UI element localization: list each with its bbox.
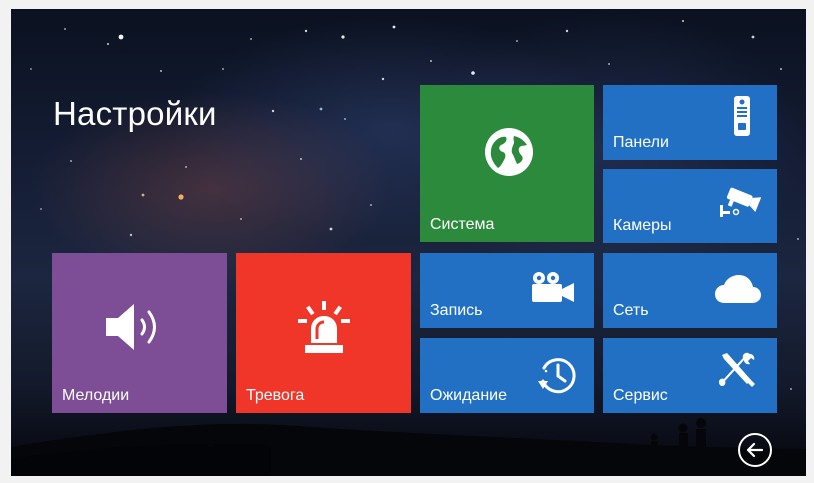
tile-melodies-label: Мелодии (62, 387, 130, 404)
video-camera-icon (532, 272, 574, 302)
doorbell-panel-icon (734, 96, 750, 136)
tile-system-label: Система (430, 216, 495, 233)
cctv-camera-icon (720, 187, 761, 217)
tools-icon (719, 352, 755, 387)
screen-frame-left (0, 0, 11, 483)
clock-history-icon (538, 358, 576, 394)
tile-panels[interactable]: Панели (603, 85, 777, 160)
screen-frame-bottom (0, 476, 814, 483)
tile-system[interactable]: Система (420, 85, 594, 242)
starry-background: Настройки Система Панели Камеры Запись С… (11, 9, 806, 476)
back-button[interactable] (738, 433, 772, 467)
tile-network-label: Сеть (613, 302, 649, 319)
tile-melodies[interactable]: Мелодии (52, 253, 227, 413)
tile-service-label: Сервис (613, 387, 668, 404)
tile-record-label: Запись (430, 302, 483, 319)
globe-icon (485, 128, 533, 176)
screen-frame-right (806, 0, 814, 483)
page-title: Настройки (53, 95, 217, 132)
tile-network[interactable]: Сеть (603, 253, 777, 328)
tile-standby[interactable]: Ожидание (420, 338, 594, 413)
screen-frame-top (0, 0, 814, 9)
tile-standby-label: Ожидание (430, 387, 507, 404)
tile-cameras[interactable]: Камеры (603, 169, 777, 243)
tile-panels-label: Панели (613, 134, 669, 151)
tile-cameras-label: Камеры (613, 217, 672, 234)
back-arrow-icon (746, 442, 764, 458)
tile-record[interactable]: Запись (420, 253, 594, 328)
settings-screen: Настройки Система Панели Камеры Запись С… (0, 0, 814, 483)
tile-alarm-label: Тревога (246, 387, 305, 404)
tile-alarm[interactable]: Тревога (236, 253, 411, 413)
speaker-icon (106, 304, 156, 350)
alarm-siren-icon (298, 301, 350, 353)
cloud-icon (715, 275, 761, 303)
tile-service[interactable]: Сервис (603, 338, 777, 413)
